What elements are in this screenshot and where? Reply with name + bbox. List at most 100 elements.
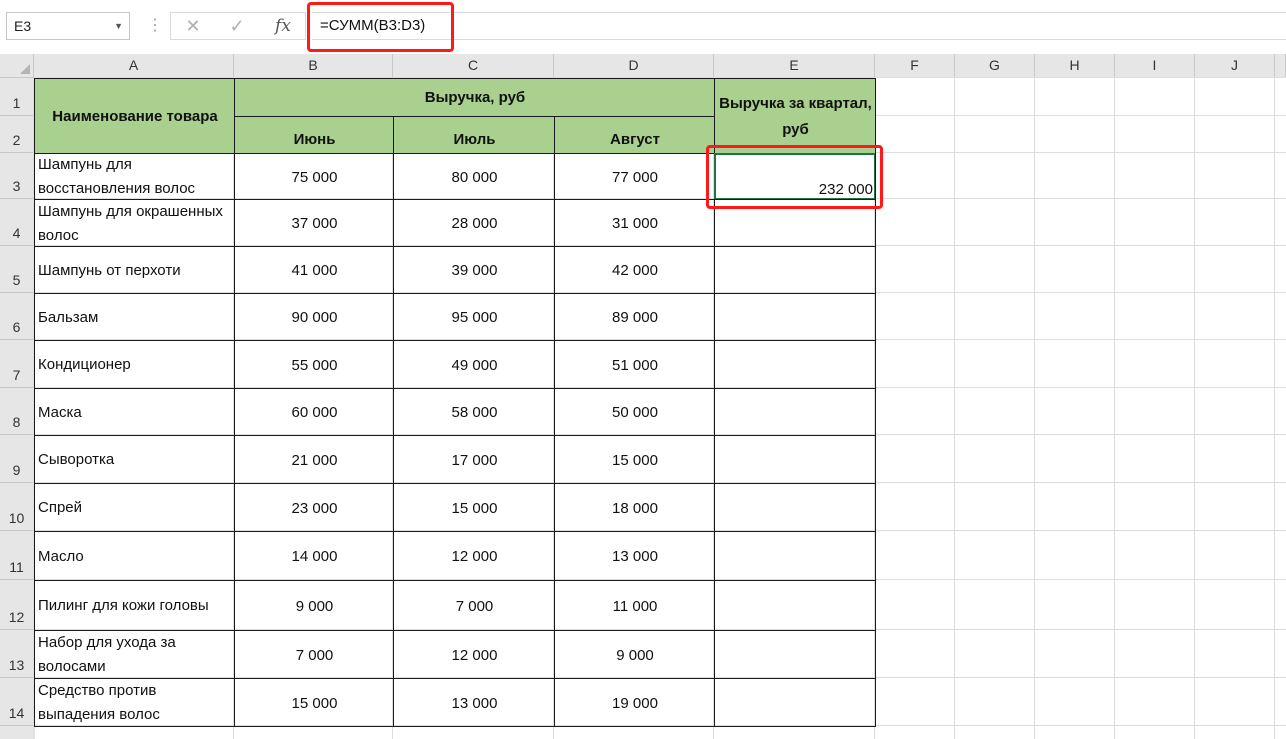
cell-july[interactable]: 7 000 [393,580,555,631]
column-header-filler [1275,54,1286,78]
cell-august[interactable]: 89 000 [554,293,715,341]
cell-quarter-total[interactable] [714,678,876,727]
cell-july[interactable]: 95 000 [393,293,555,341]
gridline-vertical [954,78,955,739]
cell-july[interactable]: 39 000 [393,246,555,294]
cell-june[interactable]: 23 000 [234,483,394,532]
header-month-1[interactable]: Июнь [234,116,394,154]
column-header-d[interactable]: D [554,54,714,78]
cell-july[interactable]: 80 000 [393,153,555,200]
cell-product-name[interactable]: Набор для ухода за волосами [34,630,235,679]
cell-june[interactable]: 15 000 [234,678,394,727]
cell-august[interactable]: 19 000 [554,678,715,727]
cell-product-name[interactable]: Пилинг для кожи головы [34,580,235,631]
cell-june[interactable]: 90 000 [234,293,394,341]
column-header-a[interactable]: A [34,54,234,78]
row-header-8[interactable]: 8 [0,388,34,435]
cell-july[interactable]: 49 000 [393,340,555,389]
column-header-c[interactable]: C [393,54,554,78]
vertical-dots-icon[interactable]: ⋮ [147,16,163,36]
row-header-9[interactable]: 9 [0,435,34,483]
cell-june[interactable]: 41 000 [234,246,394,294]
row-header-2[interactable]: 2 [0,116,34,153]
cell-august[interactable]: 13 000 [554,531,715,581]
cell-product-name[interactable]: Сыворотка [34,435,235,484]
column-header-b[interactable]: B [234,54,393,78]
cell-june[interactable]: 55 000 [234,340,394,389]
cell-quarter-total[interactable] [714,630,876,679]
cell-product-name[interactable]: Маска [34,388,235,436]
header-quarter-revenue[interactable]: Выручка за квартал, руб [714,78,876,154]
cell-product-name[interactable]: Шампунь для восстановления волос [34,153,235,200]
cell-august[interactable]: 51 000 [554,340,715,389]
row-header-1[interactable]: 1 [0,78,34,116]
row-header-3[interactable]: 3 [0,153,34,199]
row-header-5[interactable]: 5 [0,246,34,293]
cell-june[interactable]: 21 000 [234,435,394,484]
cell-quarter-total[interactable] [714,580,876,631]
row-header-11[interactable]: 11 [0,531,34,580]
insert-function-icon[interactable]: fx [263,13,303,39]
row-header-12[interactable]: 12 [0,580,34,630]
header-month-3[interactable]: Август [554,116,715,154]
column-header-j[interactable]: J [1195,54,1275,78]
cell-quarter-total[interactable] [714,435,876,484]
header-product-name[interactable]: Наименование товара [34,78,235,154]
cell-july[interactable]: 28 000 [393,199,555,247]
cell-product-name[interactable]: Масло [34,531,235,581]
cell-june[interactable]: 60 000 [234,388,394,436]
cell-july[interactable]: 12 000 [393,531,555,581]
row-header-10[interactable]: 10 [0,483,34,531]
cells-area[interactable]: Наименование товара Выручка, руб Июнь Июль А… [33,77,1286,739]
cell-june[interactable]: 75 000 [234,153,394,200]
column-header-i[interactable]: I [1115,54,1195,78]
cell-august[interactable]: 31 000 [554,199,715,247]
column-header-f[interactable]: F [875,54,955,78]
cell-product-name[interactable]: Средство против выпадения волос [34,678,235,727]
column-header-h[interactable]: H [1035,54,1115,78]
chevron-down-icon[interactable]: ▼ [114,13,123,39]
cell-product-name[interactable]: Кондиционер [34,340,235,389]
cell-august[interactable]: 15 000 [554,435,715,484]
cell-quarter-total[interactable] [714,340,876,389]
cancel-icon[interactable]: ✕ [173,13,213,39]
cell-july[interactable]: 15 000 [393,483,555,532]
header-month-2[interactable]: Июль [393,116,555,154]
enter-icon[interactable]: ✓ [217,13,257,39]
column-header-e[interactable]: E [714,54,875,78]
cell-product-name[interactable]: Бальзам [34,293,235,341]
cell-june[interactable]: 14 000 [234,531,394,581]
cell-july[interactable]: 12 000 [393,630,555,679]
cell-quarter-total[interactable] [714,483,876,532]
cell-august[interactable]: 9 000 [554,630,715,679]
row-header-7[interactable]: 7 [0,340,34,388]
column-header-g[interactable]: G [955,54,1035,78]
cell-july[interactable]: 17 000 [393,435,555,484]
select-all-corner[interactable] [0,54,34,78]
cell-quarter-total[interactable] [714,388,876,436]
cell-product-name[interactable]: Спрей [34,483,235,532]
cell-product-name[interactable]: Шампунь для окрашенных волос [34,199,235,247]
formula-input[interactable] [312,12,1286,40]
gridline-vertical [1274,78,1275,739]
cell-august[interactable]: 11 000 [554,580,715,631]
cell-august[interactable]: 18 000 [554,483,715,532]
row-header-14[interactable]: 14 [0,678,34,726]
row-header-4[interactable]: 4 [0,199,34,246]
cell-august[interactable]: 42 000 [554,246,715,294]
cell-june[interactable]: 37 000 [234,199,394,247]
cell-july[interactable]: 58 000 [393,388,555,436]
cell-quarter-total[interactable] [714,531,876,581]
cell-product-name[interactable]: Шампунь от перхоти [34,246,235,294]
cell-august[interactable]: 77 000 [554,153,715,200]
row-header-6[interactable]: 6 [0,293,34,340]
cell-quarter-total[interactable] [714,293,876,341]
cell-june[interactable]: 7 000 [234,630,394,679]
cell-june[interactable]: 9 000 [234,580,394,631]
cell-august[interactable]: 50 000 [554,388,715,436]
cell-quarter-total[interactable] [714,246,876,294]
header-revenue[interactable]: Выручка, руб [234,78,715,117]
name-box[interactable]: E3 ▼ [6,12,130,40]
row-header-13[interactable]: 13 [0,630,34,678]
cell-july[interactable]: 13 000 [393,678,555,727]
